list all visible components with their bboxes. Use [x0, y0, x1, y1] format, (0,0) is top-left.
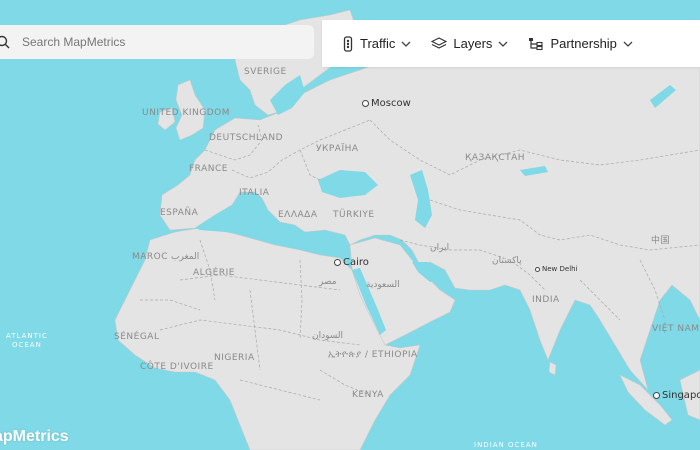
chevron-down-icon [401, 41, 411, 47]
chevron-down-icon [498, 41, 508, 47]
search-bar[interactable] [0, 25, 314, 59]
label-cote-divoire: CÔTE D'IVOIRE [140, 362, 214, 372]
label-china: 中国 [651, 236, 671, 246]
label-senegal: SÉNÉGAL [114, 332, 160, 342]
menu-layers[interactable]: Layers [431, 36, 508, 51]
label-nigeria: NIGERIA [214, 353, 255, 363]
city-singapore[interactable]: Singapore [653, 390, 700, 401]
city-new-delhi[interactable]: New Delhi [535, 265, 578, 273]
label-kenya: KENYA [352, 390, 384, 400]
label-maghrib: المغرب [171, 252, 200, 262]
label-indian-ocean: INDIAN OCEAN [474, 441, 538, 449]
map-canvas[interactable] [0, 0, 700, 450]
label-ellada: ΕΛΛΑΔΑ [278, 210, 318, 220]
search-icon[interactable] [0, 33, 12, 51]
city-dot-icon [653, 392, 660, 399]
label-ethiopia: ኢትዮጵያ / ETHIOPIA [328, 350, 418, 360]
label-ukraina: УКРАЇНА [316, 144, 359, 154]
city-moscow[interactable]: Moscow [362, 98, 411, 109]
label-kazakhstan: ҚАЗАҚСТАН [465, 153, 526, 163]
city-label: Cairo [343, 257, 369, 268]
city-dot-icon [535, 266, 540, 272]
menu-partnership[interactable]: Partnership [528, 36, 633, 51]
label-saudi: السعودية [366, 280, 400, 290]
label-sverige: SVERIGE [244, 67, 287, 77]
layers-icon [431, 36, 448, 51]
mapmetrics-logo: apMetrics [0, 428, 69, 445]
label-united-kingdom: UNITED KINGDOM [142, 108, 230, 118]
city-dot-icon [334, 259, 341, 266]
city-label: New Delhi [542, 265, 578, 273]
label-atlantic-ocean: ATLANTIC OCEAN [6, 332, 48, 349]
menu-partnership-label: Partnership [550, 36, 617, 51]
label-pakistan: پاکستان [492, 256, 522, 266]
chevron-down-icon [623, 41, 633, 47]
top-toolbar: Traffic Layers Partnership [322, 20, 700, 67]
label-iran: ایران [430, 243, 450, 253]
label-turkiye: TÜRKIYE [333, 210, 375, 220]
traffic-light-icon [342, 35, 354, 52]
label-maroc: MAROC [132, 252, 169, 262]
menu-layers-label: Layers [453, 36, 493, 51]
label-india: INDIA [532, 295, 560, 305]
label-italia: ITALIA [239, 188, 270, 198]
menu-traffic-label: Traffic [360, 36, 396, 51]
city-label: Singapore [662, 390, 700, 401]
label-vietnam: VIỆT NAM [652, 324, 700, 334]
city-dot-icon [362, 100, 369, 107]
label-espana: ESPAÑA [160, 208, 199, 218]
label-algerie: ALGÉRIE [193, 268, 235, 278]
label-deutschland: DEUTSCHLAND [209, 133, 284, 143]
label-sudan: السودان [312, 331, 344, 341]
label-misr: مصر [319, 277, 337, 287]
partnership-icon [528, 37, 544, 51]
city-label: Moscow [371, 98, 411, 109]
city-cairo[interactable]: Cairo [334, 257, 369, 268]
label-france: FRANCE [189, 164, 228, 174]
search-input[interactable] [20, 34, 284, 50]
menu-traffic[interactable]: Traffic [342, 35, 411, 52]
